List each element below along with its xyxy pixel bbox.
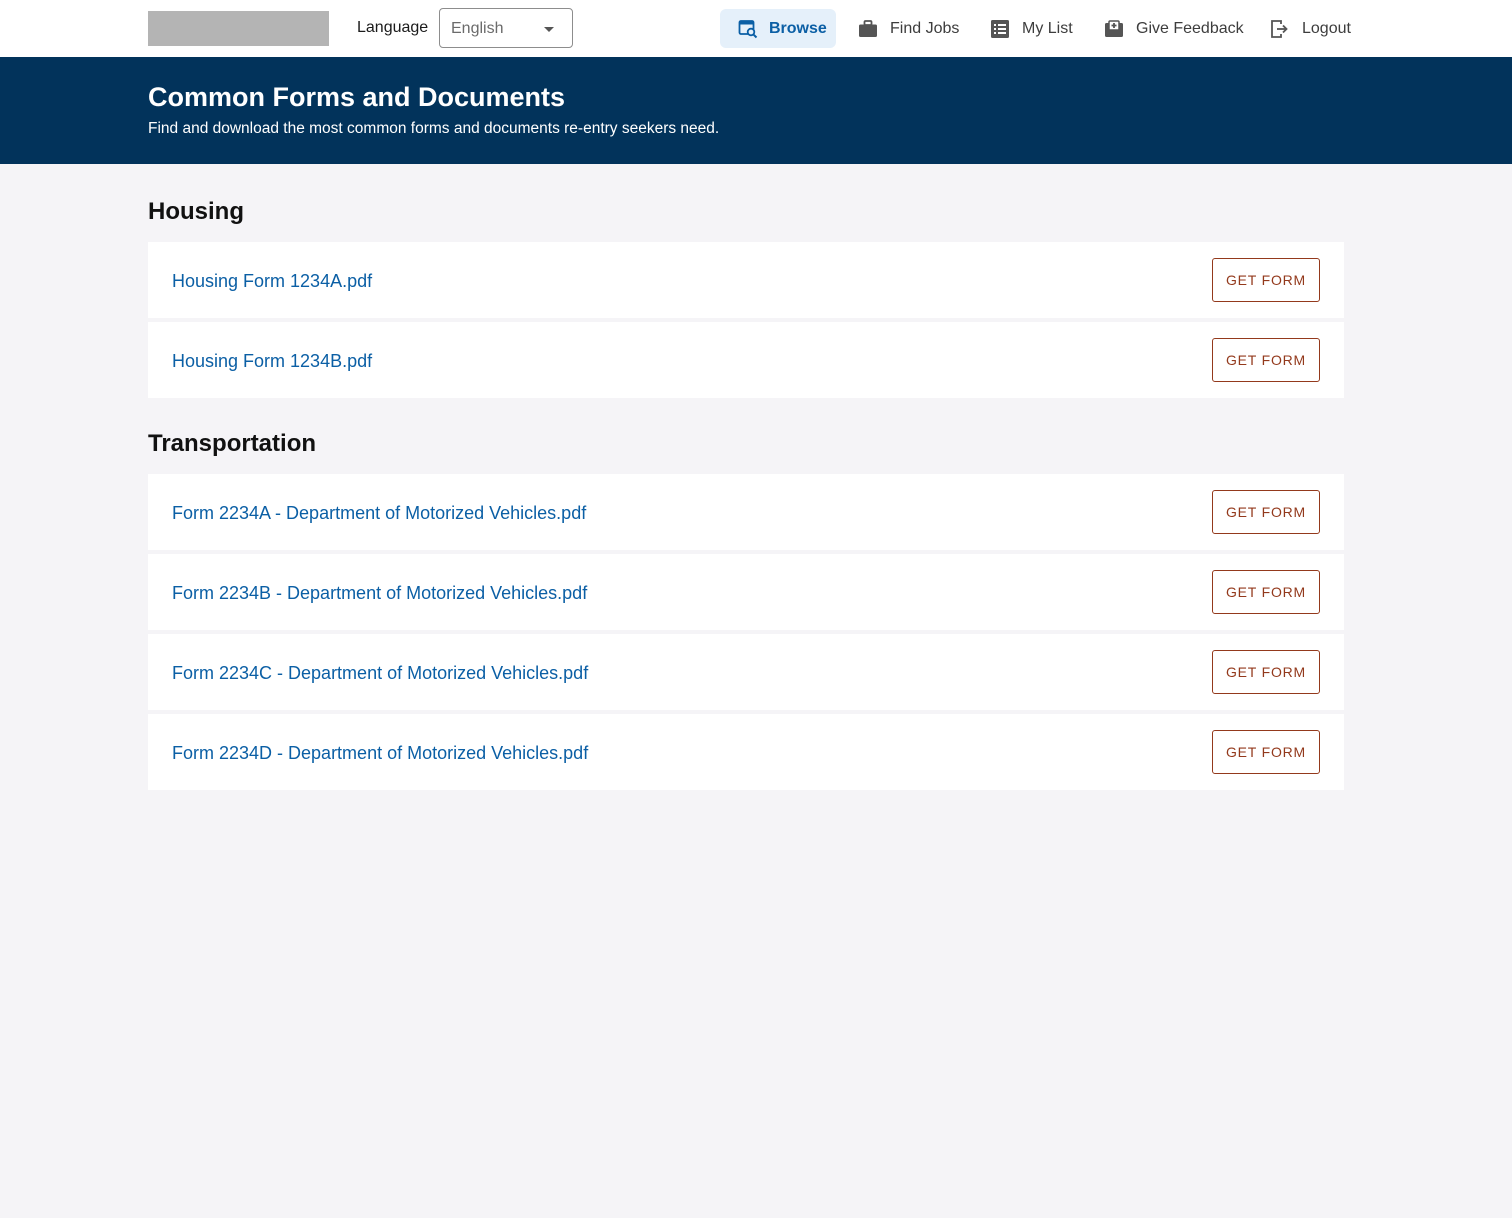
nav-my-list-label: My List — [1022, 19, 1073, 37]
nav-give-feedback[interactable]: Give Feedback — [1104, 9, 1244, 48]
logout-icon — [1271, 19, 1288, 38]
list-item: Housing Form 1234A.pdf GET FORM — [148, 242, 1344, 318]
language-label: Language — [357, 19, 429, 36]
form-link[interactable]: Form 2234D - Department of Motorized Veh… — [172, 742, 588, 764]
top-navigation-bar: Language English Browse Find Jobs My Lis… — [0, 0, 1512, 57]
get-form-button[interactable]: GET FORM — [1212, 730, 1320, 774]
nav-logout[interactable]: Logout — [1270, 9, 1351, 48]
logo[interactable] — [148, 11, 329, 46]
page-hero: Common Forms and Documents Find and down… — [0, 57, 1512, 164]
list-item: Form 2234B - Department of Motorized Veh… — [148, 554, 1344, 630]
page-subtitle: Find and download the most common forms … — [148, 120, 720, 137]
nav-find-jobs[interactable]: Find Jobs — [858, 9, 959, 48]
feedback-icon — [1105, 19, 1123, 37]
nav-give-feedback-label: Give Feedback — [1136, 19, 1244, 37]
nav-my-list[interactable]: My List — [990, 9, 1073, 48]
list-item: Form 2234D - Department of Motorized Veh… — [148, 714, 1344, 790]
nav-browse-label: Browse — [769, 19, 827, 37]
section-title-transportation: Transportation — [148, 430, 317, 457]
list-item: Form 2234A - Department of Motorized Veh… — [148, 474, 1344, 550]
chevron-down-icon — [544, 27, 554, 32]
get-form-button[interactable]: GET FORM — [1212, 650, 1320, 694]
list-item: Form 2234C - Department of Motorized Veh… — [148, 634, 1344, 710]
get-form-button[interactable]: GET FORM — [1212, 338, 1320, 382]
language-selected-value: English — [451, 20, 504, 37]
nav-browse[interactable]: Browse — [720, 9, 836, 48]
form-link[interactable]: Form 2234A - Department of Motorized Veh… — [172, 502, 586, 524]
get-form-button[interactable]: GET FORM — [1212, 258, 1320, 302]
form-link[interactable]: Form 2234B - Department of Motorized Veh… — [172, 582, 587, 604]
form-link[interactable]: Form 2234C - Department of Motorized Veh… — [172, 662, 588, 684]
section-title-housing: Housing — [148, 198, 244, 225]
page-title: Common Forms and Documents — [148, 82, 566, 112]
get-form-button[interactable]: GET FORM — [1212, 490, 1320, 534]
get-form-button[interactable]: GET FORM — [1212, 570, 1320, 614]
list-item: Housing Form 1234B.pdf GET FORM — [148, 322, 1344, 398]
nav-find-jobs-label: Find Jobs — [890, 19, 960, 37]
form-link[interactable]: Housing Form 1234B.pdf — [172, 350, 372, 372]
form-link[interactable]: Housing Form 1234A.pdf — [172, 270, 372, 292]
language-select[interactable]: English — [439, 8, 573, 48]
briefcase-icon — [859, 19, 877, 37]
nav-logout-label: Logout — [1302, 19, 1351, 37]
browse-icon — [738, 19, 758, 38]
list-icon — [991, 19, 1009, 38]
